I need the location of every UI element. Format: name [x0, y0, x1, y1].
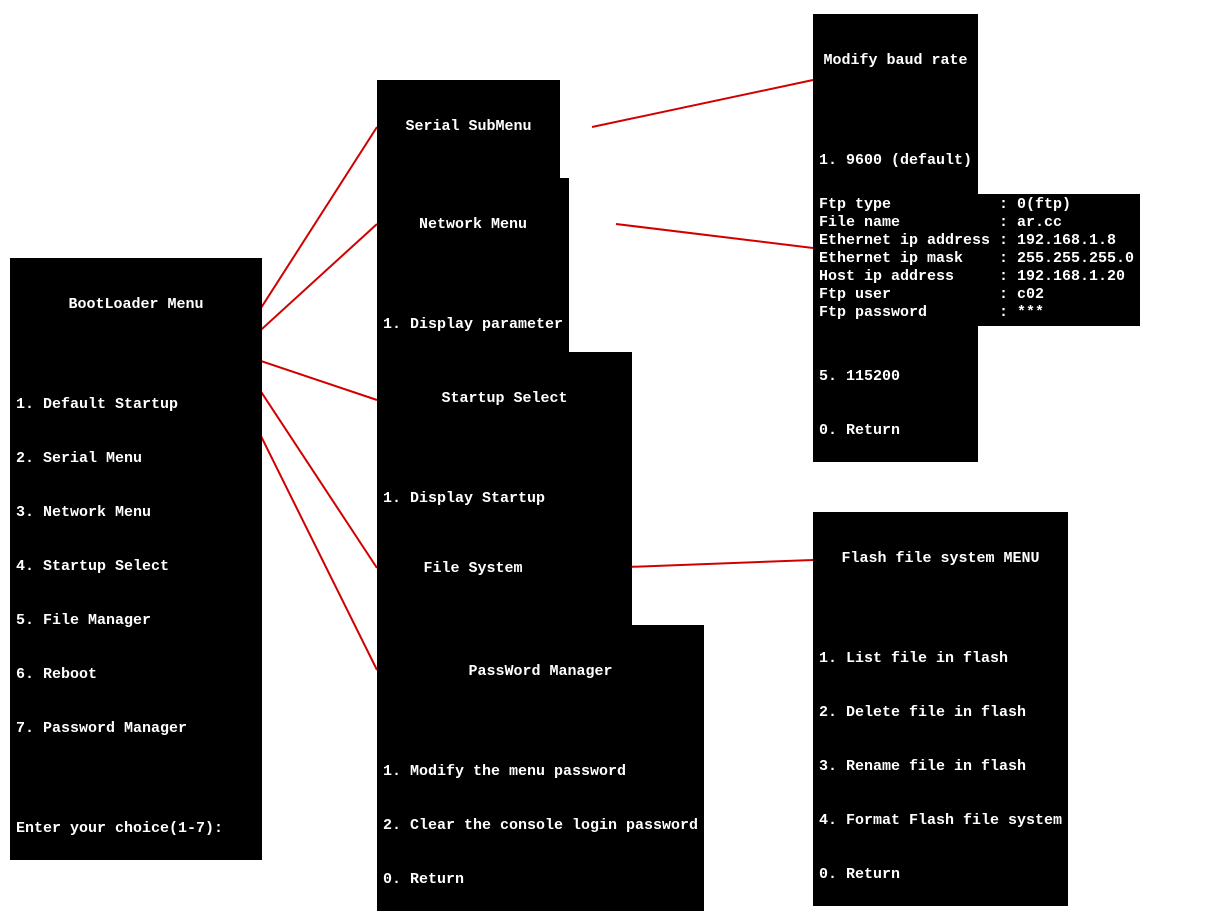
param-row: Ftp password : ***	[819, 304, 1134, 322]
menu-item[interactable]: 2. Delete file in flash	[819, 704, 1062, 722]
menu-item[interactable]: 1. Modify the menu password	[383, 763, 698, 781]
menu-item[interactable]: 0. Return	[383, 871, 698, 889]
menu-item[interactable]: 4. Format Flash file system	[819, 812, 1062, 830]
menu-item[interactable]: 0. Return	[819, 866, 1062, 884]
param-row: Ethernet ip address : 192.168.1.8	[819, 232, 1134, 250]
bootloader-menu: BootLoader Menu 1. Default Startup 2. Se…	[10, 258, 262, 860]
menu-item[interactable]: 2. Clear the console login password	[383, 817, 698, 835]
menu-item[interactable]: 1. Display parameter	[383, 316, 563, 334]
bootloader-title: BootLoader Menu	[16, 296, 256, 314]
network-parameters: Ftp type : 0(ftp)File name : ar.ccEthern…	[813, 194, 1140, 326]
flash-title: Flash file system MENU	[819, 550, 1062, 568]
menu-item[interactable]: 7. Password Manager	[16, 720, 256, 738]
startup-title: Startup Select	[383, 390, 626, 408]
password-manager-menu: PassWord Manager 1. Modify the menu pass…	[377, 625, 704, 911]
menu-item[interactable]: 4. Startup Select	[16, 558, 256, 576]
menu-item[interactable]: 6. Reboot	[16, 666, 256, 684]
serial-title: Serial SubMenu	[383, 118, 554, 136]
param-row: Host ip address : 192.168.1.20	[819, 268, 1134, 286]
menu-item[interactable]: 3. Network Menu	[16, 504, 256, 522]
param-row: Ethernet ip mask : 255.255.255.0	[819, 250, 1134, 268]
param-row: Ftp type : 0(ftp)	[819, 196, 1134, 214]
flash-file-system-menu: Flash file system MENU 1. List file in f…	[813, 512, 1068, 906]
baud-title: Modify baud rate	[819, 52, 972, 70]
filesys-title: File System	[383, 560, 563, 578]
menu-item[interactable]: 0. Return	[819, 422, 972, 440]
menu-item[interactable]: 1. Default Startup	[16, 396, 256, 414]
menu-item[interactable]: 1. 9600 (default)	[819, 152, 972, 170]
menu-item[interactable]: 5. 115200	[819, 368, 972, 386]
prompt-text[interactable]: Enter your choice(1-7):	[16, 820, 256, 838]
password-title: PassWord Manager	[383, 663, 698, 681]
network-title: Network Menu	[383, 216, 563, 234]
menu-item[interactable]: 2. Serial Menu	[16, 450, 256, 468]
param-row: File name : ar.cc	[819, 214, 1134, 232]
menu-item[interactable]: 3. Rename file in flash	[819, 758, 1062, 776]
menu-item[interactable]: 1. Display Startup	[383, 490, 626, 508]
menu-item[interactable]: 5. File Manager	[16, 612, 256, 630]
menu-item[interactable]: 1. List file in flash	[819, 650, 1062, 668]
param-row: Ftp user : c02	[819, 286, 1134, 304]
